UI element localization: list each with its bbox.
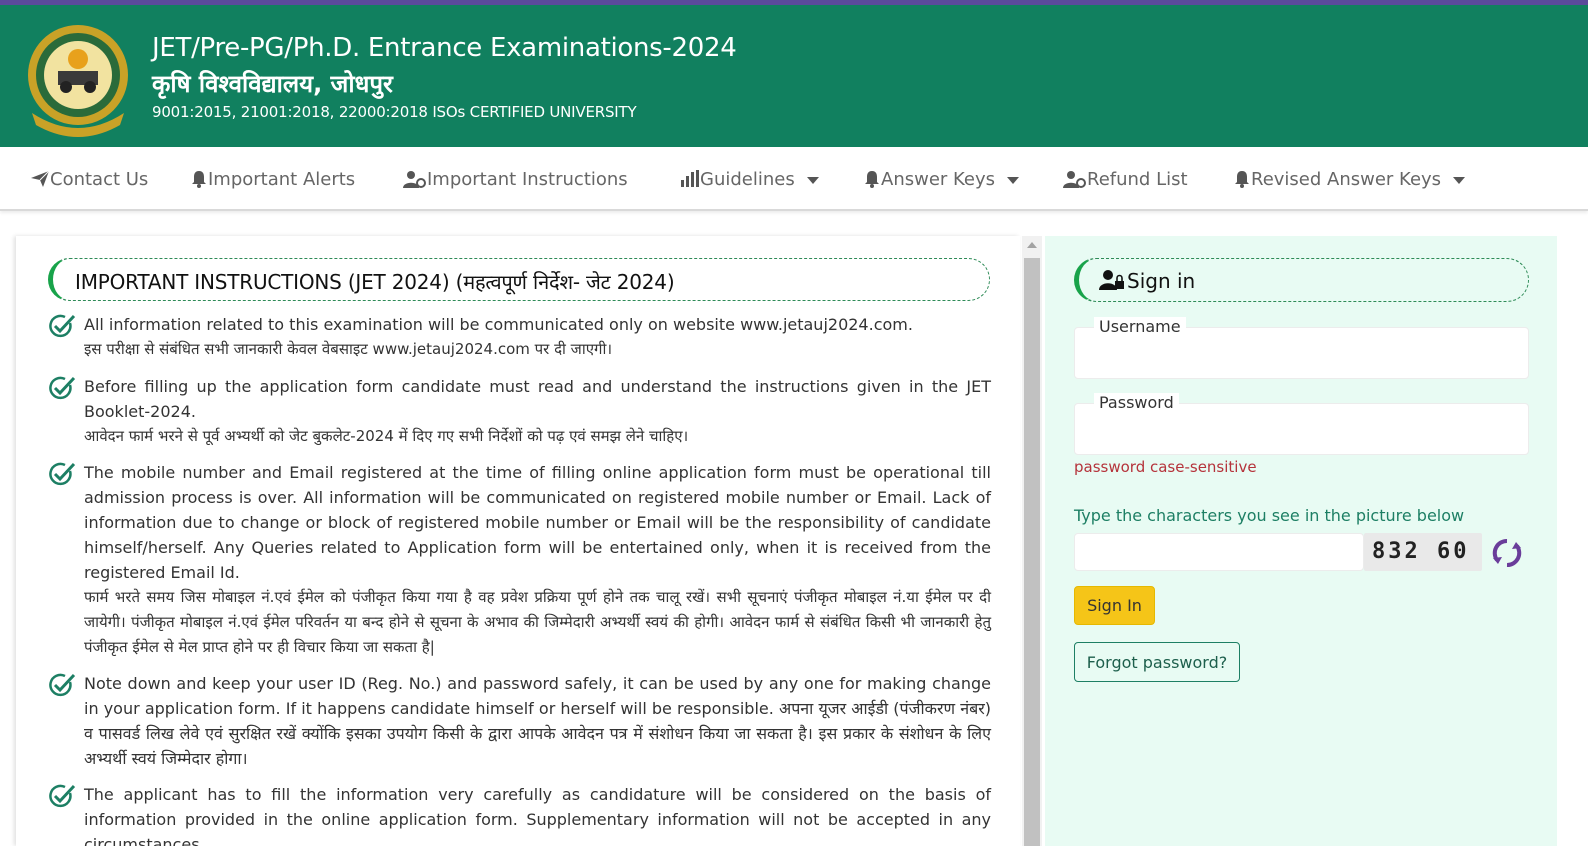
- nav-answer-keys-label: Answer Keys: [881, 168, 996, 190]
- instruction-item: The mobile number and Email registered a…: [48, 460, 991, 660]
- captcha-input[interactable]: [1075, 534, 1363, 570]
- check-circle-icon: [49, 784, 76, 808]
- nav-guidelines-label: Guidelines: [700, 168, 795, 190]
- instruction-text-en: Note down and keep your user ID (Reg. No…: [84, 674, 991, 768]
- page-title: JET/Pre-PG/Ph.D. Entrance Examinations-2…: [152, 33, 737, 63]
- nav-refund-list-label: Refund List: [1087, 168, 1188, 190]
- site-header: JET/Pre-PG/Ph.D. Entrance Examinations-2…: [0, 5, 1588, 147]
- iso-certification: 9001:2015, 21001:2018, 22000:2018 ISOs C…: [152, 103, 637, 121]
- instruction-text-en: All information related to this examinat…: [84, 315, 913, 334]
- nav-important-alerts[interactable]: Important Alerts: [190, 167, 355, 191]
- captcha-text: 832 60: [1372, 539, 1470, 564]
- nav-refund-list[interactable]: Refund List: [1063, 167, 1188, 191]
- user-gear-icon: [1063, 171, 1086, 188]
- signin-heading: Sign in: [1127, 269, 1196, 293]
- instruction-item: All information related to this examinat…: [48, 312, 991, 362]
- refresh-captcha-icon[interactable]: [1490, 536, 1524, 570]
- signin-button[interactable]: Sign In: [1074, 586, 1155, 625]
- university-name: कृषि विश्वविद्यालय, जोधपुर: [152, 70, 393, 98]
- bell-icon: [192, 171, 206, 188]
- forgot-password-button[interactable]: Forgot password?: [1074, 642, 1240, 682]
- nav-revised-answer-keys-label: Revised Answer Keys: [1251, 168, 1442, 190]
- captcha-field-box: [1074, 533, 1364, 571]
- nav-contact-us-label: Contact Us: [50, 168, 149, 190]
- check-circle-icon: [49, 462, 76, 486]
- instruction-text-en: The applicant has to fill the informatio…: [84, 785, 991, 846]
- check-circle-icon: [49, 376, 76, 400]
- bar-chart-icon: [681, 170, 699, 187]
- nav-answer-keys[interactable]: Answer Keys: [863, 167, 1020, 191]
- instruction-item: Before filling up the application form c…: [48, 374, 991, 449]
- bell-icon: [865, 171, 879, 188]
- nav-important-alerts-label: Important Alerts: [208, 168, 356, 190]
- bell-icon: [1235, 171, 1249, 188]
- main-nav: Contact Us Important Alerts Important In…: [0, 147, 1588, 211]
- instruction-text-en: The mobile number and Email registered a…: [84, 463, 991, 582]
- chevron-down-icon: [806, 176, 819, 184]
- paper-plane-icon: [31, 170, 50, 187]
- instruction-text-hi: इस परीक्षा से संबंधित सभी जानकारी केवल व…: [84, 340, 613, 358]
- instruction-text-hi: फार्म भरते समय जिस मोबाइल नं.एवं ईमेल को…: [84, 588, 991, 656]
- nav-guidelines[interactable]: Guidelines: [680, 167, 819, 191]
- check-circle-icon: [49, 314, 76, 338]
- username-label: Username: [1094, 317, 1186, 336]
- instructions-heading-box: IMPORTANT INSTRUCTIONS (JET 2024) (महत्व…: [48, 258, 990, 301]
- nav-revised-answer-keys[interactable]: Revised Answer Keys: [1233, 167, 1466, 191]
- user-gear-icon: [403, 171, 426, 188]
- nav-contact-us[interactable]: Contact Us: [30, 167, 148, 191]
- signin-heading-box: Sign in: [1074, 258, 1529, 302]
- password-label: Password: [1094, 393, 1179, 412]
- chevron-down-icon: [1007, 176, 1020, 184]
- chevron-down-icon: [1453, 176, 1466, 184]
- password-hint: password case-sensitive: [1074, 458, 1257, 476]
- scroll-up-arrow-icon[interactable]: [1027, 242, 1037, 248]
- user-lock-icon: [1099, 270, 1124, 290]
- instructions-scrollbar[interactable]: [1022, 236, 1042, 846]
- instruction-item: Note down and keep your user ID (Reg. No…: [48, 671, 991, 771]
- nav-important-instructions[interactable]: Important Instructions: [403, 167, 628, 191]
- instruction-text-hi: आवेदन फार्म भरने से पूर्व अभ्यर्थी को जे…: [84, 427, 689, 445]
- nav-important-instructions-label: Important Instructions: [427, 168, 628, 190]
- instructions-heading: IMPORTANT INSTRUCTIONS (JET 2024) (महत्व…: [75, 270, 675, 294]
- instruction-text-en: Before filling up the application form c…: [84, 377, 991, 421]
- university-seal-icon: [28, 25, 128, 137]
- captcha-label: Type the characters you see in the pictu…: [1074, 506, 1465, 525]
- instruction-item: The applicant has to fill the informatio…: [48, 782, 991, 846]
- check-circle-icon: [49, 673, 76, 697]
- scrollbar-thumb[interactable]: [1024, 258, 1040, 846]
- captcha-image: 832 60: [1364, 533, 1482, 571]
